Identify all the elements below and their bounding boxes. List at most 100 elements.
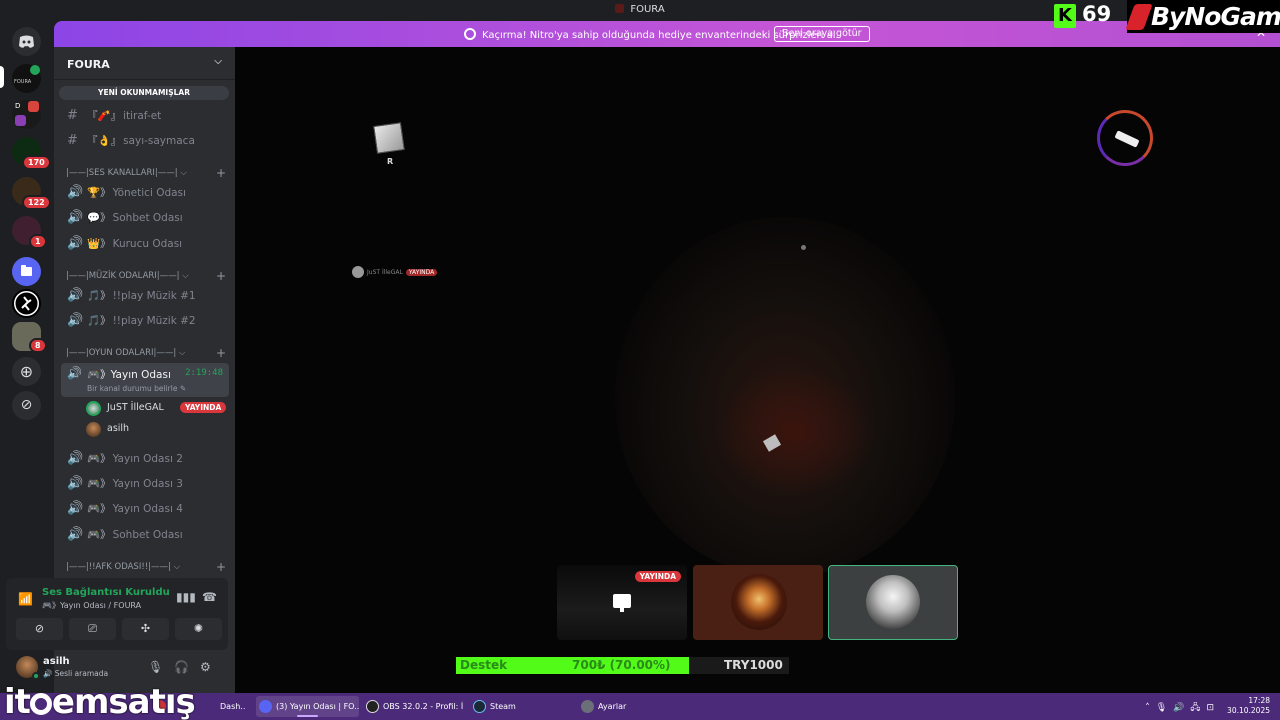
taskbar-item-obs[interactable]: OBS 32.0.2 - Profil: İ... [363, 696, 463, 717]
server-3[interactable]: 122 [12, 177, 51, 210]
text-channel-sayi-saymaca[interactable]: # 『👌』 sayı-saymaca [61, 130, 229, 152]
taskbar-label: Ayarlar [598, 702, 627, 711]
kick-logo: K [1054, 4, 1076, 28]
participant-tile-speaking[interactable] [828, 565, 958, 640]
noise-suppression-icon[interactable]: ▮▮▮ [176, 590, 196, 604]
watermark-text-start: it [4, 682, 31, 720]
voice-connection-panel: 📶 Ses Bağlantısı Kuruldu 🎮》Yayın Odası /… [6, 578, 228, 650]
participant-avatar [731, 574, 787, 630]
server-folder-1[interactable]: D [12, 100, 41, 129]
voice-member-just-illegal[interactable]: JuST İlleGAL YAYINDA [86, 399, 227, 417]
speaker-icon: 🔊 [67, 451, 84, 466]
server-icon [615, 4, 625, 13]
new-unreads-bar[interactable]: YENİ OKUNMAMIŞLAR [59, 86, 229, 100]
disconnect-icon[interactable]: ☎ [202, 590, 217, 604]
voice-channel-yayin-odasi-active[interactable]: 🔊 🎮》Yayın Odası 2:19:48 Bir kanal durumu… [61, 363, 229, 397]
settings-app-icon [581, 700, 594, 713]
channel-deco: 『👌』 [87, 135, 122, 147]
speaker-icon: 🔊 [67, 501, 84, 516]
add-server-icon[interactable]: ⊕ [12, 357, 41, 386]
speaker-indicator-icon [30, 65, 40, 75]
add-channel-icon[interactable]: + [216, 346, 226, 360]
taskbar-clock[interactable]: 17:28 30.10.2025 [1227, 696, 1270, 716]
text-channel-itiraf-et[interactable]: # 『🧨』 itiraf-et [61, 105, 229, 127]
dice-icon [373, 122, 405, 154]
voice-member-asilh[interactable]: asilh [86, 420, 226, 438]
player-name: JuST İlleGAL [367, 269, 403, 276]
voice-channel-location[interactable]: 🎮》Yayın Odası / FOURA [42, 600, 141, 611]
channel-name: itiraf-et [123, 110, 162, 122]
soundboard-button[interactable]: ✺ [175, 618, 222, 640]
participant-tile-asilh[interactable] [693, 565, 823, 640]
clock-time: 17:28 [1248, 696, 1270, 705]
channel-name: Sohbet Odası [112, 529, 183, 541]
channel-status-prompt[interactable]: Bir kanal durumu belirle ✎ [87, 384, 186, 393]
voice-channel-sohbet[interactable]: 🔊 💬》 Sohbet Odası [61, 207, 229, 229]
watermark-circle-icon [29, 693, 52, 715]
banner-action-button[interactable]: Beni oraya götür [774, 26, 870, 42]
tray-network-icon[interactable]: 🖧 [1190, 703, 1206, 713]
username[interactable]: asilh [43, 656, 70, 667]
player-live-badge: YAYINDA [405, 269, 438, 276]
voice-channel-yayin-3[interactable]: 🔊 🎮》 Yayın Odası 3 [61, 473, 229, 495]
mention-badge: 170 [22, 155, 51, 170]
category-muzik-odalari[interactable]: |——|MÜZİK ODALARI|——| ⌵ + [66, 269, 226, 283]
category-label: |——|MÜZİK ODALARI|——| [66, 271, 180, 281]
server-header[interactable]: FOURA ⌵ [54, 47, 235, 80]
voice-channel-yayin-4[interactable]: 🔊 🎮》 Yayın Odası 4 [61, 498, 229, 520]
category-oyun-odalari[interactable]: |——|OYUN ODALARI|——| ⌵ + [66, 346, 226, 360]
flashlight-icon [1097, 110, 1153, 166]
add-channel-icon[interactable]: + [216, 560, 226, 574]
system-tray[interactable]: ˄🎙🔊🖧⊡ [1145, 700, 1220, 716]
taskbar-item-steam[interactable]: Steam [470, 696, 570, 717]
camera-off-button[interactable]: ⊘ [16, 618, 63, 640]
server-2[interactable]: 170 [12, 137, 51, 170]
donation-progress-bar: Destek 700₺ (70.00%) TRY1000 [456, 657, 789, 674]
category-afk-odasi[interactable]: |——|!!AFK ODASI!!|——| ⌵ + [66, 560, 226, 574]
channel-deco: 🎮》 [87, 478, 111, 490]
voice-channel-muzik-2[interactable]: 🔊 🎵》 !!play Müzik #2 [61, 310, 229, 332]
server-folder-blue[interactable] [12, 257, 41, 286]
add-channel-icon[interactable]: + [216, 166, 226, 180]
server-6[interactable]: 8 [12, 322, 47, 353]
call-timer: 2:19:48 [185, 368, 223, 378]
category-ses-kanallari[interactable]: |——|SES KANALLARI|——| ⌵ + [66, 166, 226, 180]
taskbar-item-settings[interactable]: Ayarlar [578, 696, 678, 717]
taskbar-item-discord[interactable]: (3) Yayın Odası | FO... [256, 696, 359, 717]
player-avatar [352, 266, 364, 278]
active-server-pill [0, 66, 4, 88]
server-name: FOURA [67, 58, 110, 71]
speaker-icon: 🔊 [67, 476, 84, 491]
avatar [86, 422, 101, 437]
server-foura[interactable]: FOURA [12, 64, 41, 93]
signal-strength-icon[interactable]: 📶 [18, 592, 33, 606]
voice-channel-yayin-2[interactable]: 🔊 🎮》 Yayın Odası 2 [61, 448, 229, 470]
channel-deco: 🎮》 [87, 503, 111, 515]
stream-tile-just-illegal[interactable]: YAYINDA [557, 565, 687, 640]
channel-name: sayı-saymaca [123, 135, 195, 147]
headphones-icon[interactable]: 🎧 [174, 660, 189, 674]
add-channel-icon[interactable]: + [216, 269, 226, 283]
voice-connected-title[interactable]: Ses Bağlantısı Kuruldu [42, 587, 170, 598]
discord-home-icon[interactable] [12, 27, 41, 56]
voice-channel-yonetici[interactable]: 🔊 🏆》 Yönetici Odası [61, 182, 229, 204]
voice-channel-muzik-1[interactable]: 🔊 🎵》 !!play Müzik #1 [61, 285, 229, 307]
voice-channel-sohbet-odasi[interactable]: 🔊 🎮》 Sohbet Odası [61, 524, 229, 546]
clock-date: 30.10.2025 [1227, 706, 1270, 715]
hashtag-icon: # [67, 108, 78, 123]
tray-volume-icon[interactable]: 🔊 [1173, 703, 1190, 713]
tray-notification-icon[interactable]: ⊡ [1206, 703, 1220, 713]
screen-share-button[interactable]: ⎚ [69, 618, 116, 640]
microphone-icon[interactable]: 🎙 [148, 660, 163, 674]
settings-gear-icon[interactable]: ⚙ [200, 660, 211, 674]
server-runner[interactable] [12, 289, 41, 318]
explore-compass-icon[interactable]: ⊘ [12, 391, 41, 420]
activities-button[interactable]: ✣ [122, 618, 169, 640]
speaker-icon: 🔊 [67, 313, 84, 328]
channel-name: Kurucu Odası [112, 238, 183, 250]
tray-chevron-icon[interactable]: ˄ [1145, 703, 1156, 713]
tray-mic-icon[interactable]: 🎙 [1156, 703, 1173, 713]
voice-channel-kurucu[interactable]: 🔊 👑》 Kurucu Odası [61, 233, 229, 255]
server-4[interactable]: 1 [12, 216, 47, 249]
tile-live-badge: YAYINDA [634, 571, 681, 582]
